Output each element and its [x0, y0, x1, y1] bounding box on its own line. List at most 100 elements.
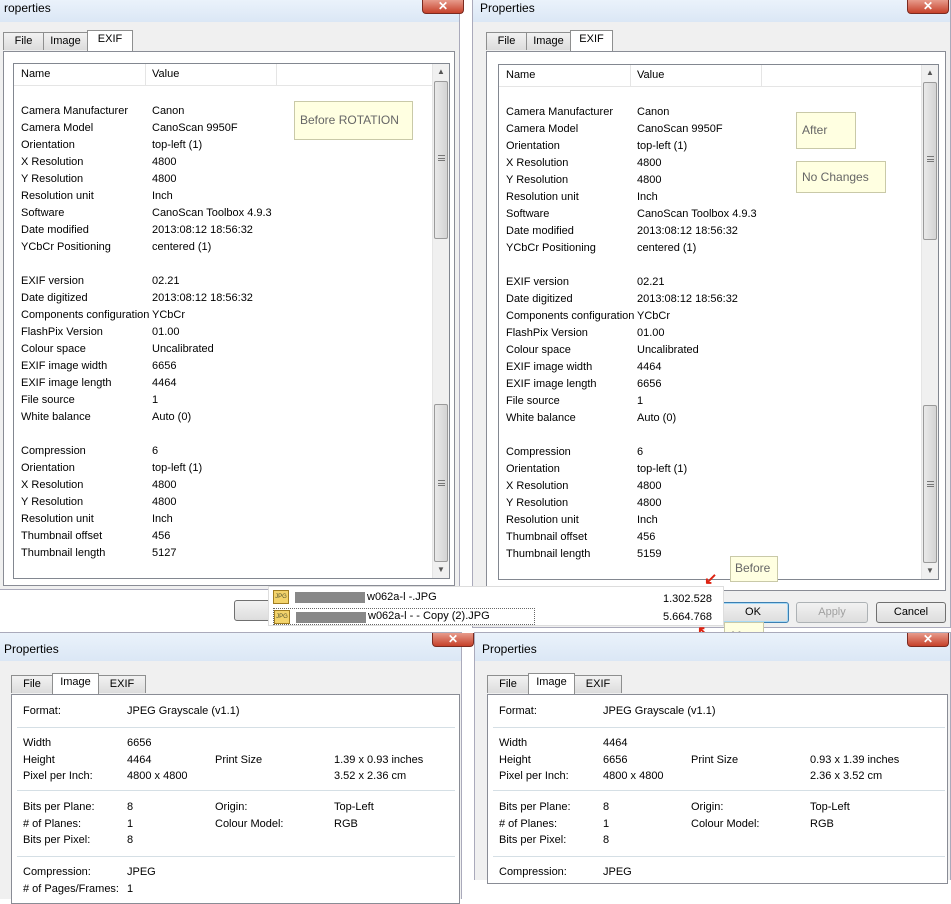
planes-label: # of Planes: [499, 818, 558, 830]
list-item[interactable]: FlashPix Version 01.00 [21, 326, 421, 343]
file-row-original[interactable]: JPG w062a-l -.JPG [273, 589, 533, 606]
tab-exif[interactable]: EXIF [87, 30, 133, 51]
list-item[interactable]: Components configuration YCbCr [21, 309, 421, 326]
list-item[interactable]: EXIF version 02.21 [21, 275, 421, 292]
list-item[interactable]: Y Resolution 4800 [506, 497, 906, 514]
list-item[interactable]: Date modified 2013:08:12 18:56:32 [21, 224, 421, 241]
tab-file[interactable]: File [487, 675, 529, 693]
property-name: Resolution unit [506, 514, 579, 526]
tab-exif[interactable]: EXIF [574, 675, 622, 693]
close-button[interactable]: ✕ [422, 0, 464, 14]
tab-exif[interactable]: EXIF [570, 30, 613, 51]
close-button[interactable]: ✕ [432, 633, 474, 647]
list-item[interactable]: Thumbnail length 5159 [506, 548, 906, 565]
column-header-value[interactable]: Value [637, 69, 664, 81]
scroll-thumb-lower[interactable] [434, 404, 448, 562]
scroll-thumb[interactable] [434, 81, 448, 239]
ppi-value: 4800 x 4800 [603, 770, 664, 782]
scroll-down-arrow[interactable]: ▼ [922, 563, 938, 579]
vertical-scrollbar[interactable]: ▲ ▼ [921, 65, 938, 579]
property-value: top-left (1) [152, 462, 203, 474]
column-header-value[interactable]: Value [152, 68, 179, 80]
tab-image[interactable]: Image [528, 673, 575, 694]
list-item[interactable]: File source 1 [506, 395, 906, 412]
exif-list[interactable]: Name Value ▲ ▼ Camera Manufacturer Canon C… [498, 64, 939, 580]
list-item[interactable]: Compression 6 [21, 445, 421, 462]
tab-exif[interactable]: EXIF [98, 675, 146, 693]
list-item[interactable]: YCbCr Positioning centered (1) [506, 242, 906, 259]
print-size-label: Print Size [691, 754, 739, 766]
list-item[interactable]: File source 1 [21, 394, 421, 411]
list-item[interactable]: Thumbnail offset 456 [21, 530, 421, 547]
list-item[interactable]: EXIF version 02.21 [506, 276, 906, 293]
list-item[interactable]: White balance Auto (0) [21, 411, 421, 428]
list-item[interactable]: Resolution unit Inch [506, 191, 906, 208]
list-item[interactable]: Software CanoScan Toolbox 4.9.3 [506, 208, 906, 225]
list-item[interactable]: Y Resolution 4800 [21, 173, 421, 190]
list-item[interactable]: Colour space Uncalibrated [21, 343, 421, 360]
column-header-name[interactable]: Name [506, 69, 535, 81]
list-item[interactable]: X Resolution 4800 [506, 480, 906, 497]
properties-window-bottom-left: Properties ✕ File Image EXIF Format: JPE… [0, 632, 474, 904]
ok-button[interactable]: OK [717, 602, 789, 623]
properties-window-top-left: roperties ✕ File Image EXIF Name Value ▲… [0, 0, 464, 590]
list-item[interactable]: Components configuration YCbCr [506, 310, 906, 327]
property-value: 2013:08:12 18:56:32 [152, 292, 253, 304]
ppi-value: 4800 x 4800 [127, 770, 188, 782]
apply-button[interactable]: Apply [796, 602, 868, 623]
list-item[interactable]: Compression 6 [506, 446, 906, 463]
list-item[interactable]: Software CanoScan Toolbox 4.9.3 [21, 207, 421, 224]
list-item[interactable]: X Resolution 4800 [21, 156, 421, 173]
list-item[interactable]: EXIF image length 4464 [21, 377, 421, 394]
list-item[interactable]: Resolution unit Inch [21, 513, 421, 530]
list-item[interactable]: Date digitized 2013:08:12 18:56:32 [21, 292, 421, 309]
property-name: FlashPix Version [21, 326, 103, 338]
list-item[interactable]: FlashPix Version 01.00 [506, 327, 906, 344]
scroll-thumb[interactable] [923, 82, 937, 240]
list-item[interactable]: Thumbnail offset 456 [506, 531, 906, 548]
exif-list[interactable]: Name Value ▲ ▼ Camera Manufacturer Canon C… [13, 63, 450, 579]
list-item[interactable]: Thumbnail length 5127 [21, 547, 421, 564]
tab-file[interactable]: File [11, 675, 53, 693]
property-value: 01.00 [152, 326, 180, 338]
close-button[interactable]: ✕ [907, 633, 949, 647]
scroll-up-arrow[interactable]: ▲ [922, 65, 938, 81]
list-item[interactable]: Orientation top-left (1) [506, 463, 906, 480]
list-item[interactable]: Date digitized 2013:08:12 18:56:32 [506, 293, 906, 310]
scroll-thumb-lower[interactable] [923, 405, 937, 563]
property-name: EXIF image length [506, 378, 597, 390]
property-value: 2013:08:12 18:56:32 [637, 225, 738, 237]
tab-image[interactable]: Image [43, 32, 88, 50]
list-item[interactable]: Colour space Uncalibrated [506, 344, 906, 361]
list-item[interactable]: Orientation top-left (1) [21, 139, 421, 156]
list-item[interactable]: Resolution unit Inch [21, 190, 421, 207]
column-header-name[interactable]: Name [21, 68, 50, 80]
vertical-scrollbar[interactable]: ▲ ▼ [432, 64, 449, 578]
list-item[interactable]: EXIF image length 6656 [506, 378, 906, 395]
list-item[interactable]: Date modified 2013:08:12 18:56:32 [506, 225, 906, 242]
origin-label: Origin: [691, 801, 724, 813]
list-item[interactable]: Y Resolution 4800 [21, 496, 421, 513]
close-button[interactable]: ✕ [907, 0, 949, 14]
scroll-down-arrow[interactable]: ▼ [433, 562, 449, 578]
list-item[interactable]: EXIF image width 6656 [21, 360, 421, 377]
list-item[interactable]: X Resolution 4800 [21, 479, 421, 496]
origin-value: Top-Left [810, 801, 850, 813]
tab-file[interactable]: File [3, 32, 44, 50]
tab-image[interactable]: Image [526, 32, 571, 50]
list-item[interactable]: Resolution unit Inch [506, 514, 906, 531]
property-name: EXIF image width [21, 360, 108, 372]
print-size-inches: 1.39 x 0.93 inches [334, 754, 424, 766]
list-item[interactable]: Orientation top-left (1) [21, 462, 421, 479]
file-row-copy[interactable]: JPG w062a-l - - Copy (2).JPG [273, 608, 535, 625]
property-name: White balance [506, 412, 576, 424]
tab-file[interactable]: File [486, 32, 527, 50]
list-item[interactable]: EXIF image width 4464 [506, 361, 906, 378]
tab-image[interactable]: Image [52, 673, 99, 694]
scroll-up-arrow[interactable]: ▲ [433, 64, 449, 80]
property-value: 1 [637, 395, 644, 407]
property-value: Auto (0) [637, 412, 677, 424]
list-item[interactable]: YCbCr Positioning centered (1) [21, 241, 421, 258]
cancel-button[interactable]: Cancel [876, 602, 946, 623]
list-item[interactable]: White balance Auto (0) [506, 412, 906, 429]
